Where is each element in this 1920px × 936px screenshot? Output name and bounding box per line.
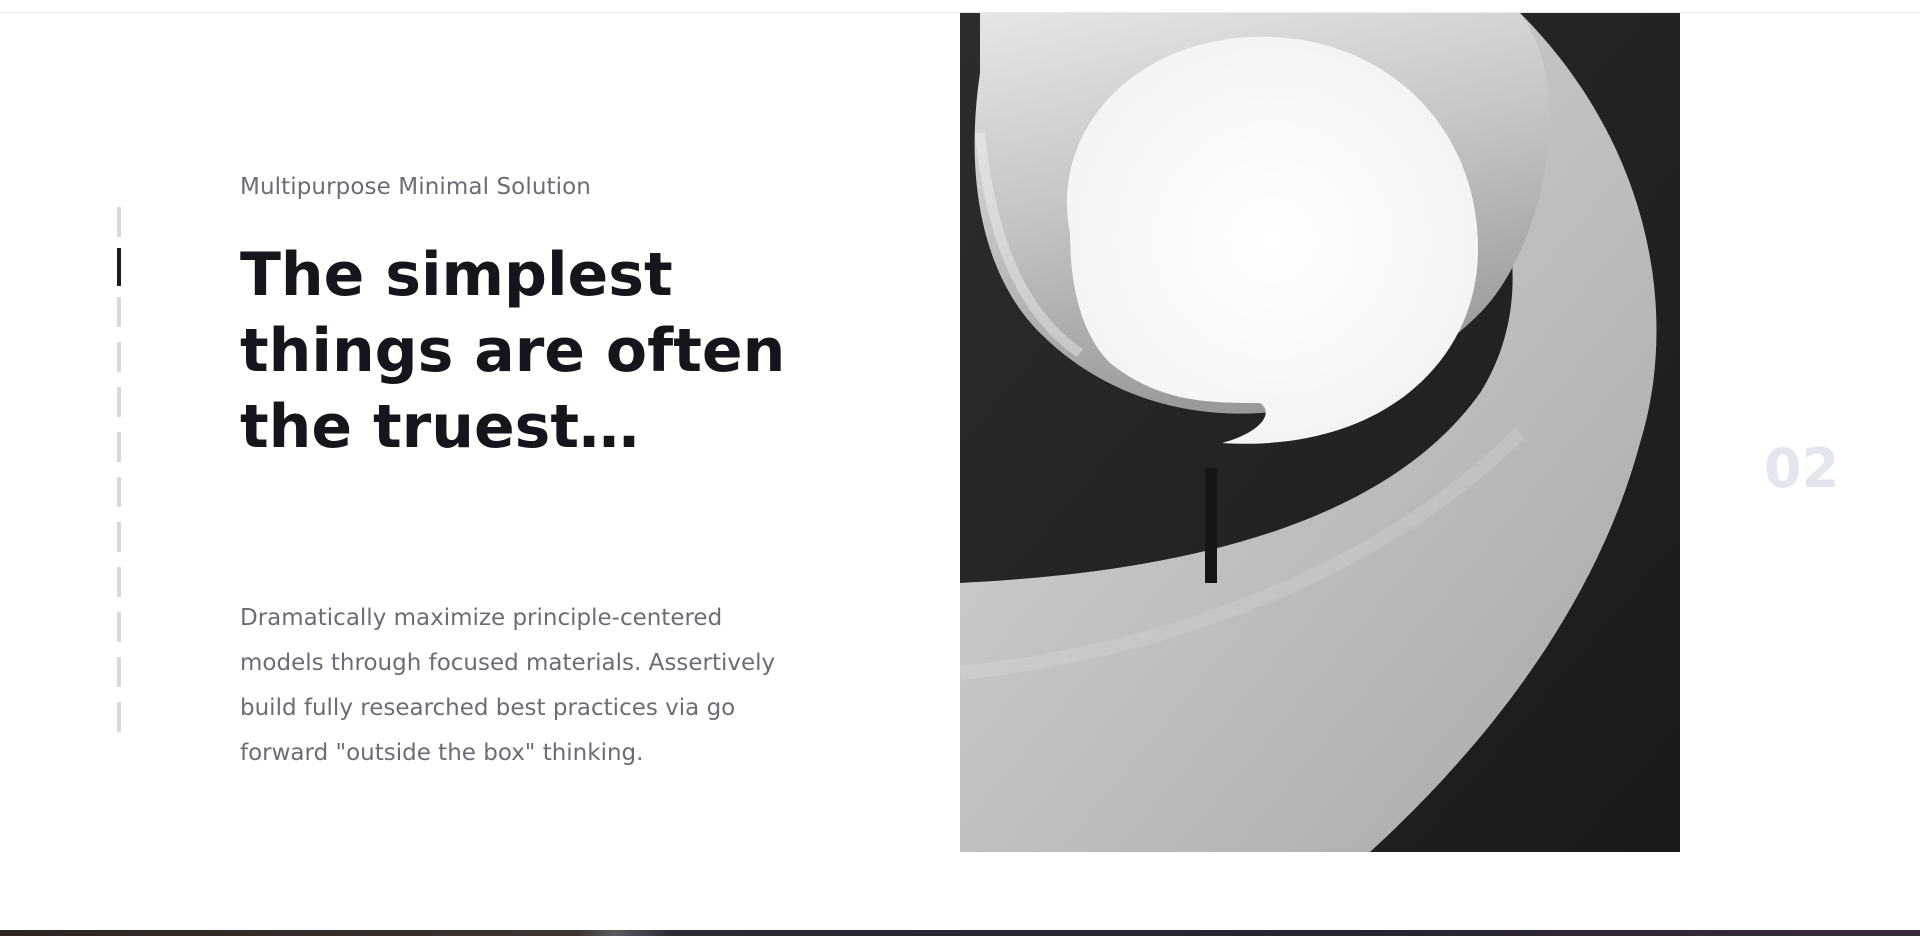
slider-segment[interactable] xyxy=(117,522,121,552)
slide-number: 02 xyxy=(1764,437,1840,500)
hero-headline: The simplest things are often the truest… xyxy=(240,240,786,462)
slider-segment[interactable] xyxy=(117,612,121,642)
hero-eyebrow: Multipurpose Minimal Solution xyxy=(240,174,591,200)
slider-segment[interactable] xyxy=(117,207,121,237)
slider-segment[interactable] xyxy=(117,432,121,462)
hero-description: Dramatically maximize principle-centered… xyxy=(240,605,776,766)
slider-segment[interactable] xyxy=(117,657,121,687)
slider-segment-active[interactable] xyxy=(117,248,121,286)
slider-segment[interactable] xyxy=(117,702,121,732)
next-section-edge xyxy=(0,930,1920,936)
slider-segment[interactable] xyxy=(117,342,121,372)
slider-segment[interactable] xyxy=(117,567,121,597)
hero-image xyxy=(960,13,1680,852)
slider-segment[interactable] xyxy=(117,387,121,417)
slider-segment[interactable] xyxy=(117,477,121,507)
spiral-staircase-image xyxy=(960,13,1680,852)
slider-segment[interactable] xyxy=(117,297,121,327)
slider-progress-indicator xyxy=(116,207,122,739)
